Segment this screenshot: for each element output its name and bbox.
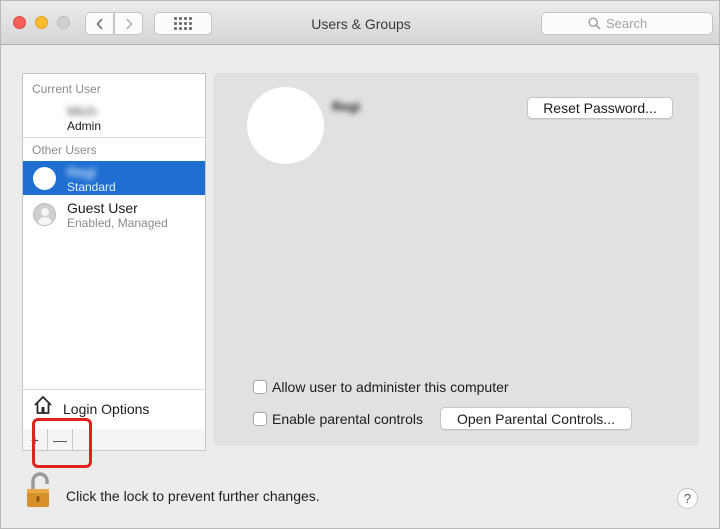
highlight-annotation (32, 418, 92, 468)
lock-message: Click the lock to prevent further change… (66, 488, 320, 504)
person-icon (33, 203, 56, 226)
magnifier-icon (588, 17, 601, 30)
search-input[interactable] (606, 16, 666, 31)
allow-admin-checkbox[interactable] (253, 380, 267, 394)
parental-controls-option[interactable]: Enable parental controls (253, 411, 423, 427)
users-sidebar: Current User Mich Admin Other Users Regi… (22, 73, 206, 430)
user-name: Guest User (67, 200, 138, 216)
parental-controls-label: Enable parental controls (272, 411, 423, 427)
login-options-label: Login Options (63, 401, 150, 417)
padlock-open-icon[interactable] (23, 471, 57, 509)
chevron-right-icon (125, 17, 133, 30)
back-button[interactable] (85, 12, 114, 35)
minimize-window-button[interactable] (35, 16, 48, 29)
open-parental-controls-button[interactable]: Open Parental Controls... (440, 407, 632, 430)
house-icon (34, 395, 52, 414)
zoom-window-button[interactable] (57, 16, 70, 29)
user-role: Standard (67, 180, 116, 194)
other-users-section-label: Other Users (32, 143, 97, 157)
title-bar: Users & Groups (1, 1, 719, 45)
grid-icon (174, 17, 192, 30)
user-role: Admin (67, 119, 102, 133)
search-field[interactable] (541, 12, 713, 35)
reset-password-button[interactable]: Reset Password... (527, 97, 673, 119)
show-all-button[interactable] (154, 12, 212, 35)
allow-admin-label: Allow user to administer this computer (272, 379, 509, 395)
close-window-button[interactable] (13, 16, 26, 29)
user-row-current[interactable]: Mich Admin (23, 100, 205, 134)
divider (23, 137, 205, 138)
avatar[interactable] (247, 87, 324, 164)
user-row-selected[interactable]: Regi Standard (23, 161, 205, 195)
selected-user-name: Regi (332, 99, 361, 114)
users-groups-window: Users & Groups Current User Mich Admin O… (0, 0, 720, 529)
current-user-section-label: Current User (32, 82, 101, 96)
user-detail-panel: Regi Reset Password... Allow user to adm… (214, 73, 699, 446)
avatar (33, 167, 56, 190)
user-role: Enabled, Managed (67, 216, 168, 230)
parental-controls-checkbox[interactable] (253, 412, 267, 426)
allow-admin-option[interactable]: Allow user to administer this computer (253, 379, 509, 395)
forward-button[interactable] (114, 12, 143, 35)
chevron-left-icon (95, 17, 103, 30)
window-title: Users & Groups (311, 16, 411, 32)
user-name: Mich (67, 103, 97, 119)
help-button[interactable]: ? (677, 488, 698, 509)
user-row-guest[interactable]: Guest User Enabled, Managed (23, 197, 205, 231)
user-name: Regi (67, 164, 96, 180)
